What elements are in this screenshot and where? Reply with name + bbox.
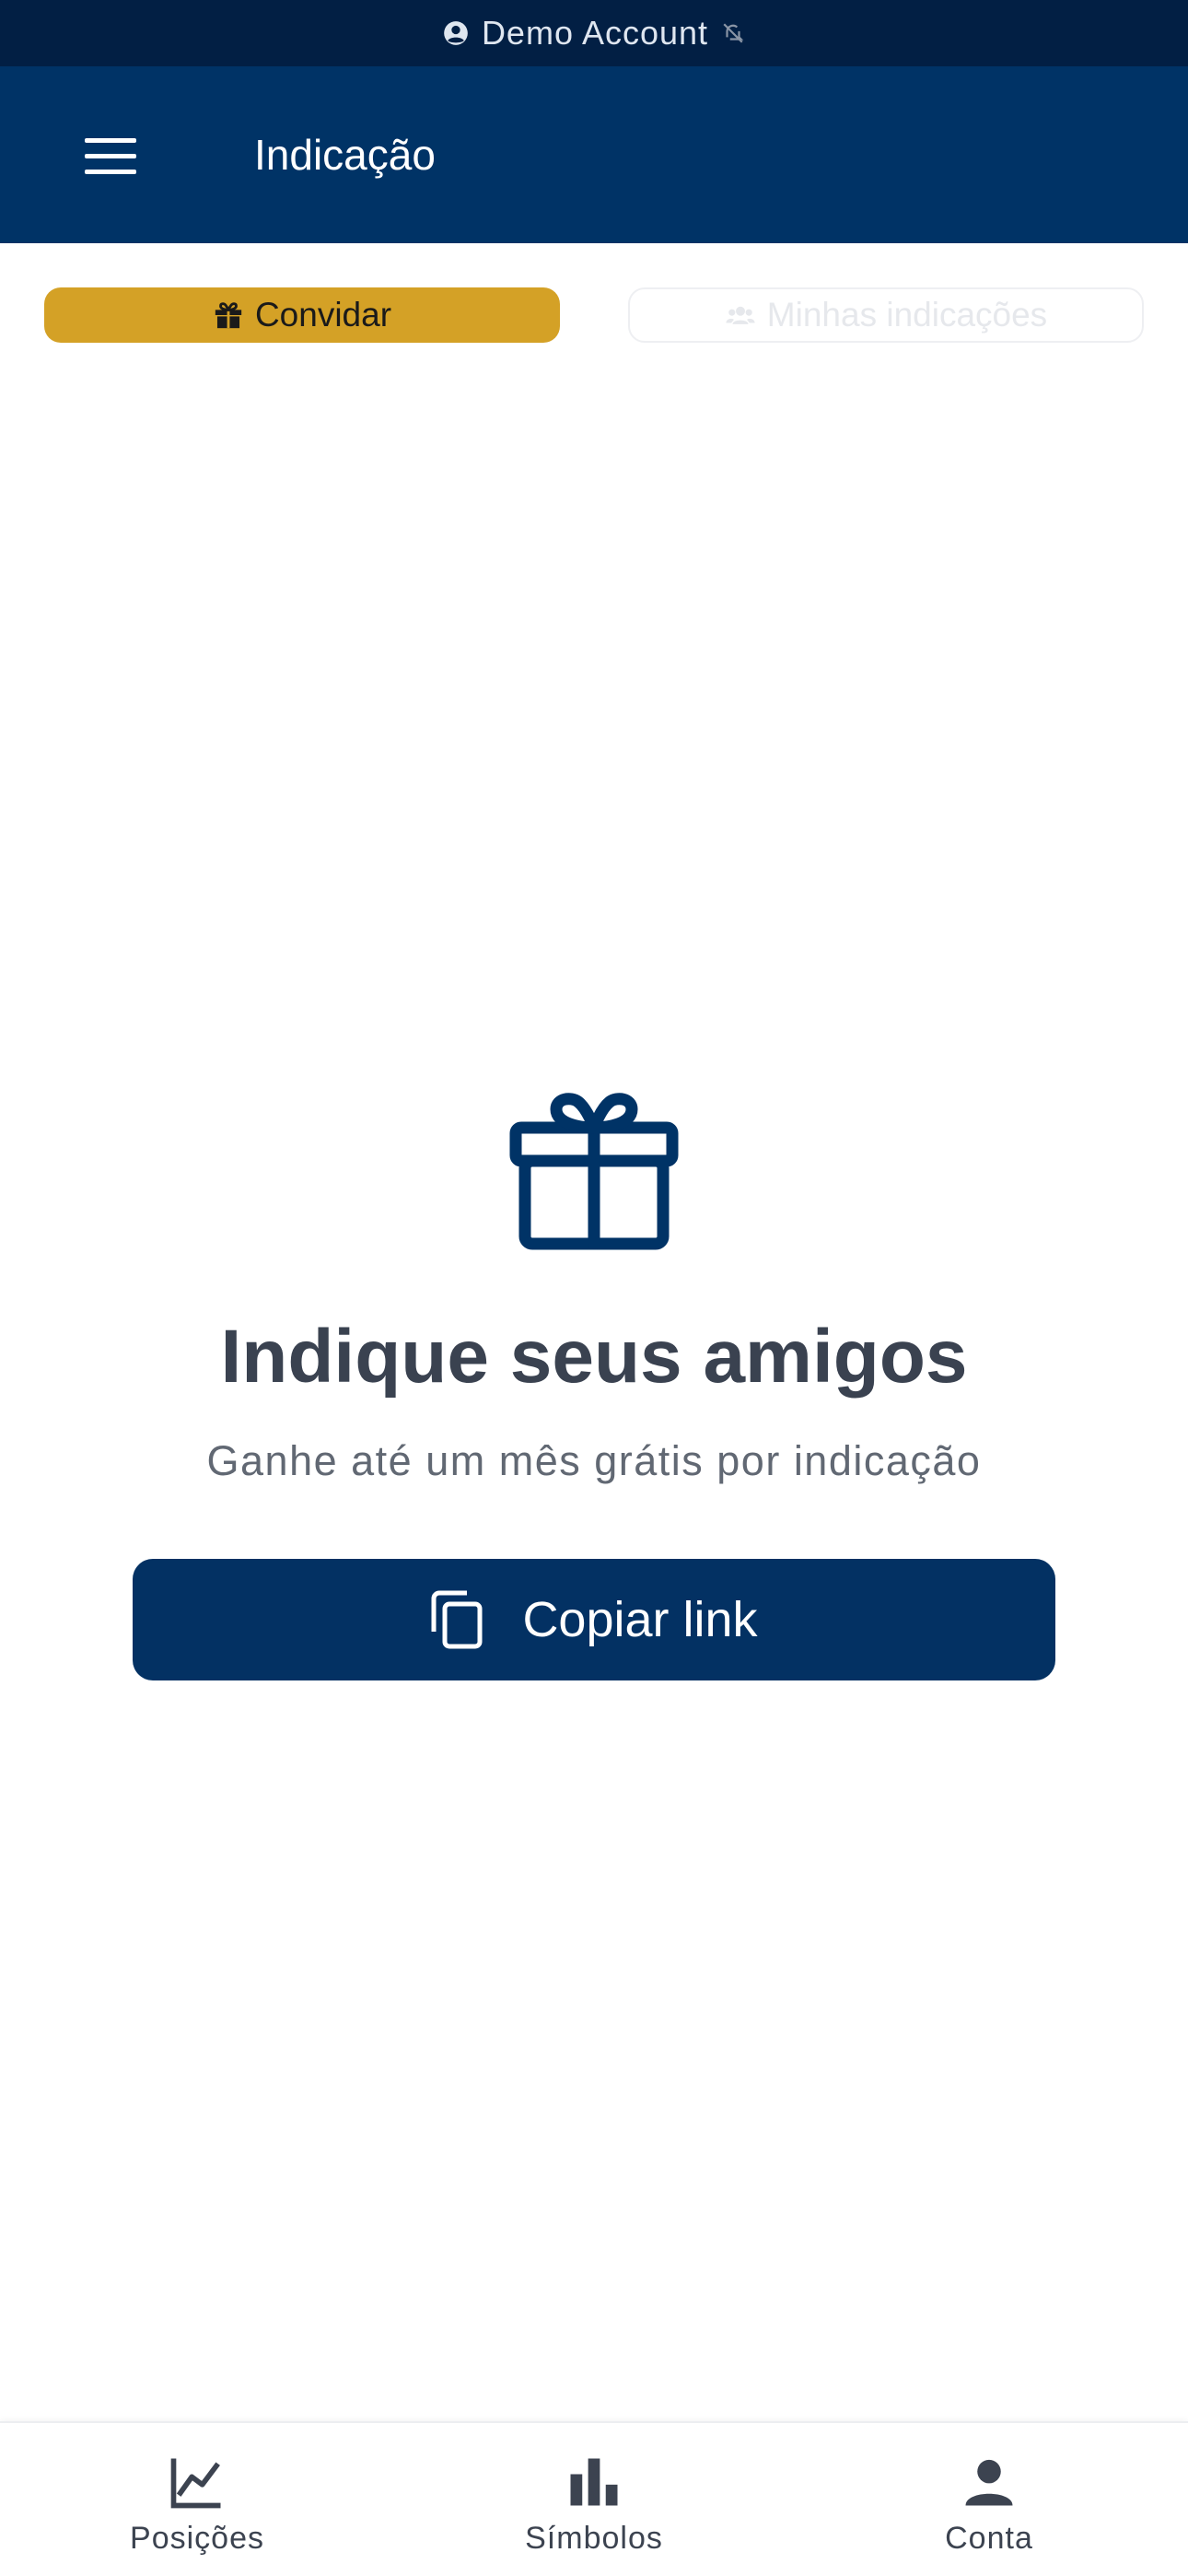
tab-minhas-indicacoes[interactable]: Minhas indicações — [628, 287, 1144, 343]
line-chart-icon — [170, 2458, 221, 2509]
nav-simbolos[interactable]: Símbolos — [456, 2423, 732, 2576]
tab-minhas-indicacoes-label: Minhas indicações — [766, 296, 1048, 334]
tab-convidar[interactable]: Convidar — [44, 287, 560, 343]
bar-chart-icon — [570, 2458, 618, 2506]
users-icon — [726, 306, 755, 324]
page-title: Indicação — [254, 131, 436, 179]
demo-account-label: Demo Account — [481, 14, 709, 52]
copy-icon — [431, 1590, 483, 1649]
copy-link-button[interactable]: Copiar link — [133, 1559, 1055, 1680]
nav-conta[interactable]: Conta — [851, 2423, 1127, 2576]
account-circle-icon — [444, 21, 468, 45]
demo-account-bar: Demo Account — [0, 0, 1188, 66]
muted-icon — [723, 23, 744, 43]
nav-posicoes-label: Posições — [130, 2521, 264, 2556]
referral-screen: Demo Account Indicação Convidar Minhas i… — [0, 0, 1188, 2576]
referral-subline: Ganhe até um mês grátis por indicação — [206, 1437, 982, 1484]
person-icon — [965, 2459, 1013, 2506]
menu-button[interactable] — [72, 118, 149, 195]
hamburger-menu-icon — [85, 138, 136, 174]
app-header: Indicação — [0, 66, 1188, 243]
nav-posicoes[interactable]: Posições — [59, 2423, 335, 2576]
tab-convidar-label: Convidar — [254, 296, 392, 334]
bottom-navigation: Posições Símbolos Conta — [0, 2421, 1188, 2576]
gift-icon — [509, 1093, 679, 1250]
copy-link-label: Copiar link — [522, 1592, 758, 1647]
gift-icon — [215, 302, 242, 329]
nav-conta-label: Conta — [945, 2521, 1033, 2556]
nav-simbolos-label: Símbolos — [525, 2521, 663, 2556]
referral-headline: Indique seus amigos — [220, 1315, 968, 1399]
